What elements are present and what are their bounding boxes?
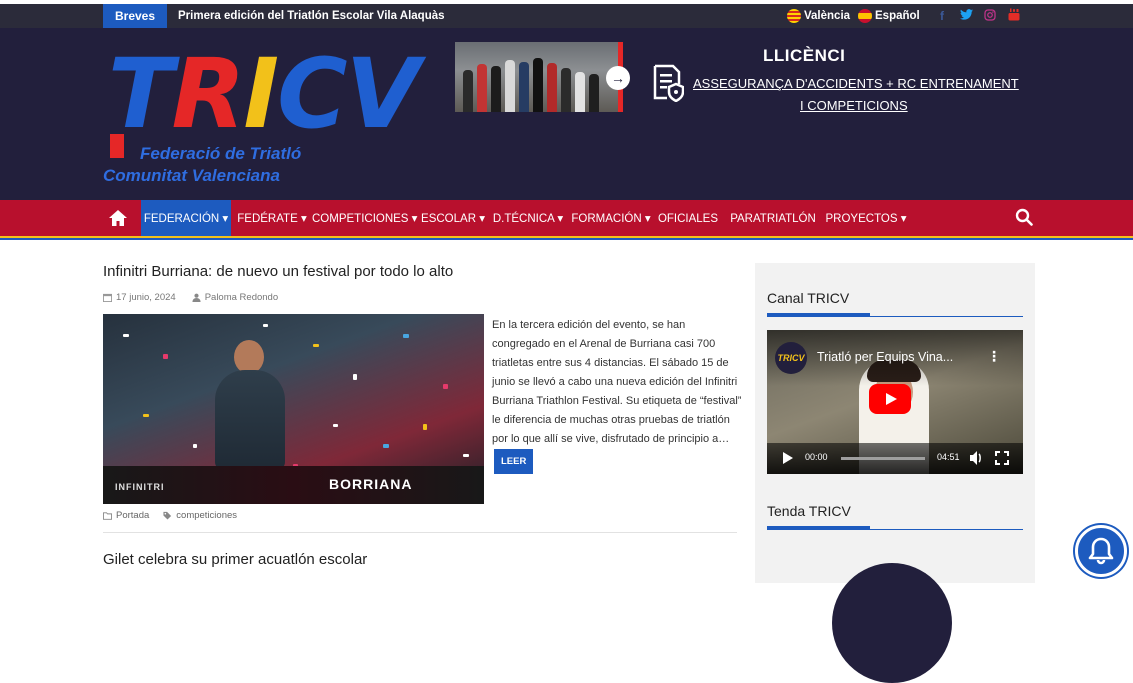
post-excerpt-text: En la tercera edición del evento, se han…	[492, 319, 742, 445]
post-date[interactable]: 17 junio, 2024	[116, 292, 176, 303]
read-more-button[interactable]: LEER	[494, 449, 534, 474]
volume-icon[interactable]	[969, 449, 983, 467]
canal-widget-title: Canal TRICV	[767, 290, 850, 306]
facebook-icon[interactable]: f	[930, 9, 954, 23]
play-icon[interactable]	[783, 452, 793, 464]
insurance-link-line1[interactable]: ASSEGURANÇA D'ACCIDENTS + RC ENTRENAMENT	[693, 76, 1019, 91]
search-icon[interactable]	[1015, 208, 1033, 226]
logo-accent-bar	[110, 134, 124, 158]
nav-oficiales[interactable]: OFICIALES	[656, 200, 720, 236]
notification-bell-button[interactable]	[1075, 525, 1127, 577]
top-bar: Breves Primera edición del Triatlón Esco…	[0, 4, 1133, 28]
logo-subtitle-1: Federació de Triatló	[140, 144, 302, 163]
lang-espanol-label: Español	[875, 10, 920, 22]
youtube-video-embed[interactable]: TRICV Triatló per Equips Vina... ⋮ 00:00…	[767, 330, 1023, 474]
youtube-icon[interactable]	[1002, 8, 1026, 24]
post-divider	[103, 532, 737, 533]
site-header: TRICV Federació de Triatló Comunitat Val…	[0, 28, 1133, 200]
finish-city-text: BORRIANA	[329, 476, 413, 492]
tenda-image[interactable]	[832, 563, 952, 683]
post-author[interactable]: Paloma Redondo	[205, 292, 278, 303]
video-progress-bar[interactable]	[841, 457, 925, 460]
bell-icon	[1088, 537, 1114, 565]
main-nav: FEDERACIÓN ▾ FEDÉRATE ▾ COMPETICIONES ▾ …	[0, 200, 1133, 236]
post-title[interactable]: Infinitri Burriana: de nuevo un festival…	[103, 263, 453, 280]
insurance-document-icon	[653, 64, 684, 102]
tenda-widget-title: Tenda TRICV	[767, 503, 851, 519]
tag-icon	[163, 511, 172, 520]
banner-runners-image[interactable]	[455, 42, 623, 112]
post-excerpt: En la tercera edición del evento, se han…	[492, 316, 742, 474]
user-icon	[192, 293, 201, 302]
nav-escolar[interactable]: ESCOLAR ▾	[420, 200, 486, 236]
nav-formacion[interactable]: FORMACIÓN ▾	[570, 200, 652, 236]
arrow-right-icon[interactable]: →	[606, 66, 630, 90]
nav-paratriatlon[interactable]: PARATRIATLÓN	[730, 200, 816, 236]
youtube-play-icon[interactable]	[869, 384, 911, 414]
insurance-link-line2[interactable]: I COMPETICIONS	[800, 98, 908, 113]
folder-icon	[103, 512, 112, 520]
valencia-flag-icon	[787, 9, 801, 23]
post-tag[interactable]: competiciones	[176, 510, 237, 521]
logo-subtitle-2: Comunitat Valenciana	[103, 166, 280, 185]
athlete-figure	[234, 340, 264, 374]
fullscreen-icon[interactable]	[995, 451, 1009, 465]
tricv-logo[interactable]: TRICV	[108, 46, 420, 142]
post-title-2[interactable]: Gilet celebra su primer acuatlón escolar	[103, 551, 367, 568]
nav-federate[interactable]: FEDÉRATE ▾	[236, 200, 308, 236]
lang-valencia-link[interactable]: València	[787, 4, 850, 28]
channel-logo[interactable]: TRICV	[775, 342, 807, 374]
post-category[interactable]: Portada	[116, 510, 149, 521]
lang-espanol-link[interactable]: Español	[858, 4, 920, 28]
finish-brand-text: INFINITRI	[115, 482, 165, 492]
news-ticker[interactable]: Primera edición del Triatlón Escolar Vil…	[178, 4, 445, 28]
instagram-icon[interactable]	[978, 8, 1002, 24]
calendar-icon	[103, 293, 112, 302]
nav-proyectos[interactable]: PROYECTOS ▾	[820, 200, 912, 236]
lang-valencia-label: València	[804, 10, 851, 22]
nav-competiciones[interactable]: COMPETICIONES ▾	[312, 200, 417, 236]
post-meta: 17 junio, 2024 Paloma Redondo	[103, 292, 278, 303]
nav-accent-line	[0, 236, 1133, 240]
spain-flag-icon	[858, 9, 872, 23]
banner-title: LLICÈNCI	[763, 46, 846, 65]
video-controls: 00:00 04:51	[767, 443, 1023, 474]
more-options-icon[interactable]: ⋮	[987, 348, 1001, 365]
nav-dtecnica[interactable]: D.TÉCNICA ▾	[490, 200, 566, 236]
social-links: f	[930, 4, 1026, 28]
video-current-time: 00:00	[805, 452, 828, 462]
home-icon[interactable]	[108, 208, 128, 228]
twitter-icon[interactable]	[954, 9, 978, 23]
post-taxonomy: Portada competiciones	[103, 510, 237, 521]
post-featured-image[interactable]: INFINITRI BORRIANA	[103, 314, 484, 504]
video-duration: 04:51	[937, 452, 960, 462]
nav-federacion[interactable]: FEDERACIÓN ▾	[141, 200, 231, 236]
video-title[interactable]: Triatló per Equips Vina...	[817, 350, 953, 364]
breves-label: Breves	[103, 4, 167, 28]
